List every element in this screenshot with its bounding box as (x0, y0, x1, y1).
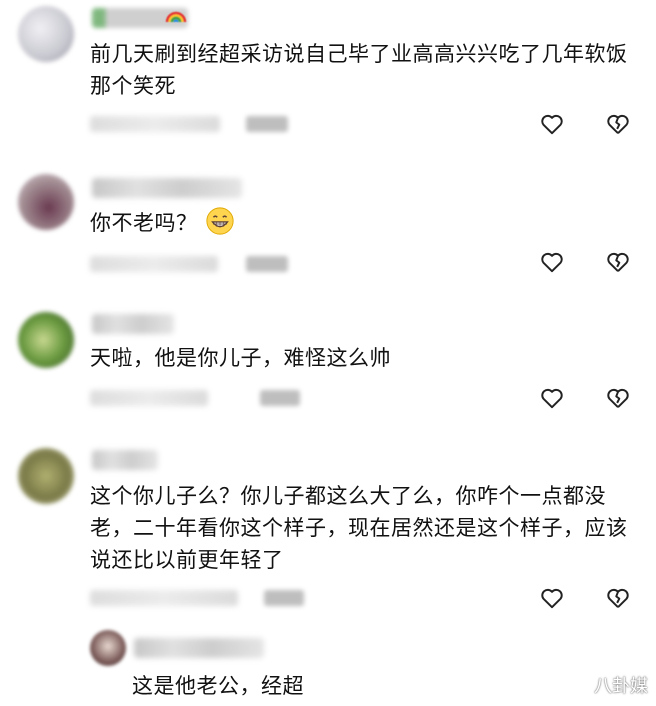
dislike-button[interactable] (604, 110, 632, 138)
reply-button[interactable] (264, 590, 304, 606)
username-redacted[interactable] (92, 450, 158, 470)
dislike-button[interactable] (604, 248, 632, 276)
reply-button[interactable] (260, 390, 300, 406)
comment-meta-redacted (90, 116, 220, 132)
reply-button[interactable] (246, 116, 288, 132)
dislike-button[interactable] (604, 584, 632, 612)
comment-text: 天啦，他是你儿子，难怪这么帅 (90, 346, 391, 370)
avatar[interactable] (90, 630, 126, 666)
like-button[interactable] (538, 584, 566, 612)
dislike-button[interactable] (604, 384, 632, 412)
username-redacted[interactable] (92, 178, 242, 198)
comment-meta-redacted (90, 390, 208, 406)
comment-text: 你不老吗？ (90, 211, 198, 235)
username-redacted[interactable] (134, 638, 264, 658)
comment-meta-redacted (90, 256, 218, 272)
broken-heart-icon (607, 388, 629, 408)
like-button[interactable] (538, 110, 566, 138)
broken-heart-icon (607, 252, 629, 272)
weibo-logo-icon (566, 677, 589, 695)
watermark-text: 八卦媒 (594, 676, 648, 697)
heart-icon (541, 388, 563, 409)
comment-text: 这个你儿子么？你儿子都这么大了么，你咋个一点都没老，二十年看你这个样子，现在居然… (90, 484, 628, 572)
comment-text: 前几天刷到经超采访说自己毕了业高高兴兴吃了几年软饭那个笑死 (90, 42, 628, 98)
grin-emoji-icon (206, 207, 234, 235)
username-redacted[interactable] (92, 314, 174, 334)
like-button[interactable] (538, 384, 566, 412)
comment-meta-redacted (90, 590, 238, 606)
rainbow-badge-icon (165, 6, 187, 24)
heart-icon (541, 588, 563, 609)
broken-heart-icon (607, 588, 629, 608)
reply-button[interactable] (246, 256, 288, 272)
broken-heart-icon (607, 114, 629, 134)
avatar[interactable] (18, 6, 74, 62)
heart-icon (541, 114, 563, 135)
like-button[interactable] (538, 248, 566, 276)
avatar[interactable] (18, 448, 74, 504)
avatar[interactable] (18, 312, 74, 368)
avatar[interactable] (18, 174, 74, 230)
watermark: 八卦媒 (566, 672, 648, 698)
reply-text: 这是他老公，经超 (132, 674, 304, 698)
comment-text-row: 你不老吗？ (90, 206, 628, 239)
heart-icon (541, 252, 563, 273)
